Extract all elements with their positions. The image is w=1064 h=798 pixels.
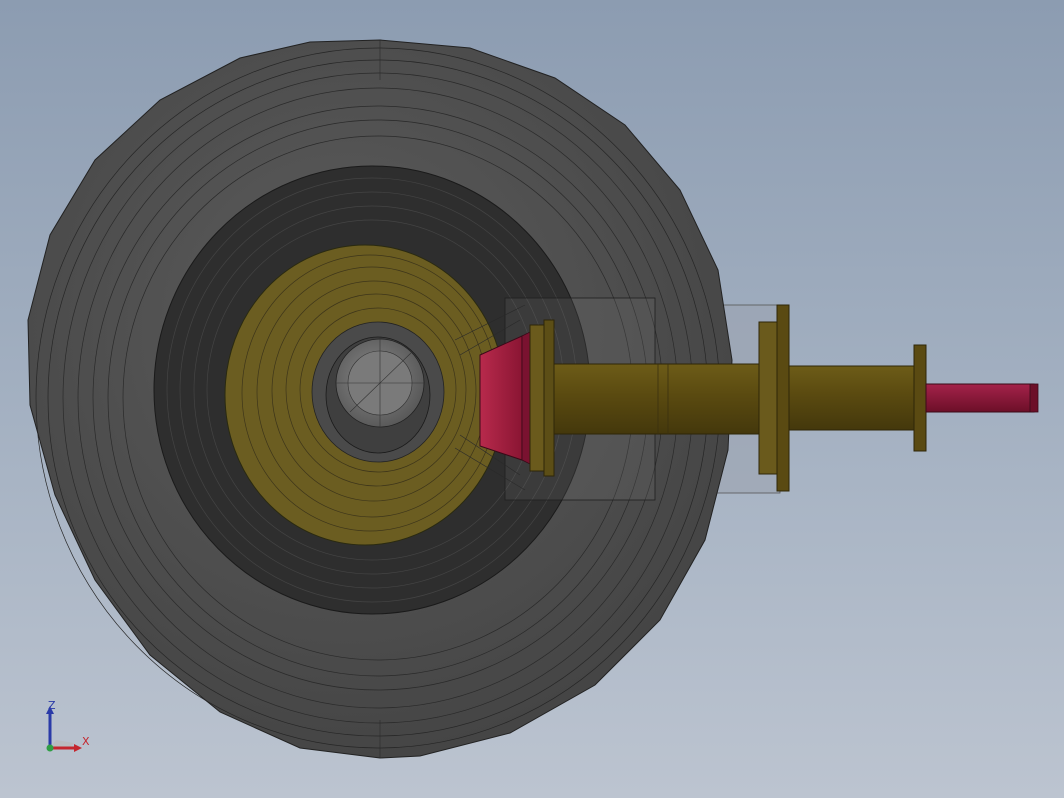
orientation-triad[interactable]: Z X xyxy=(36,696,106,760)
graphics-viewport[interactable]: Z X xyxy=(0,0,1064,798)
drive-pin[interactable] xyxy=(925,383,1039,413)
cone-adapter[interactable] xyxy=(479,331,531,465)
end-flange[interactable] xyxy=(913,344,927,452)
cad-model[interactable] xyxy=(0,0,1064,798)
y-axis-dot xyxy=(46,744,54,752)
center-bore[interactable] xyxy=(325,336,431,454)
flange[interactable] xyxy=(758,304,790,492)
shaft[interactable] xyxy=(553,363,760,435)
z-axis-label: Z xyxy=(48,699,56,712)
x-axis-label: X xyxy=(82,735,90,748)
secondary-shaft[interactable] xyxy=(788,365,916,431)
triad-axes xyxy=(46,706,82,752)
x-arrow-icon xyxy=(74,744,82,752)
collar-plates[interactable] xyxy=(529,319,555,477)
